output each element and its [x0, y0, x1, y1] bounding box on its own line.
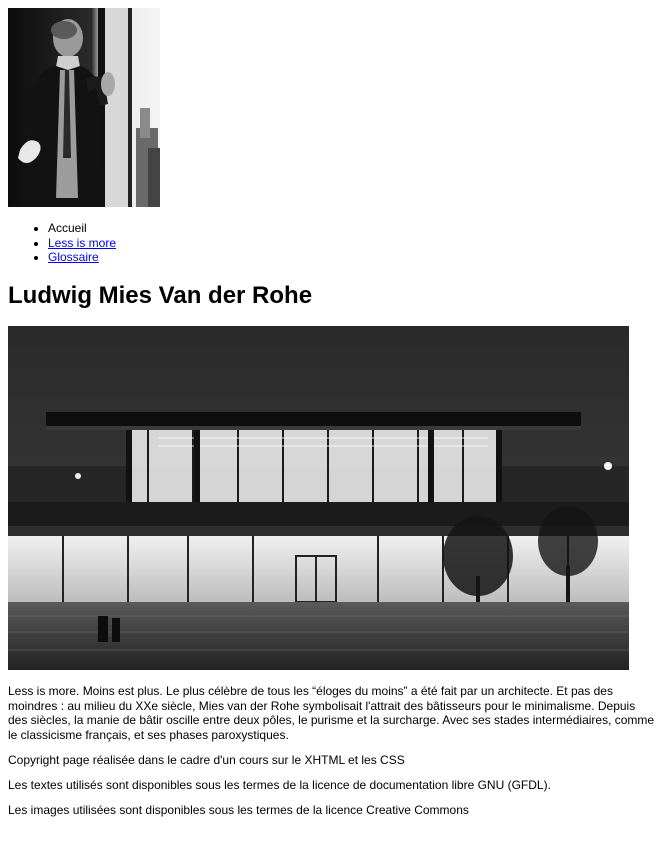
content: Less is more. Moins est plus. Le plus cé…: [8, 684, 656, 827]
intro-paragraph: Less is more. Moins est plus. Le plus cé…: [8, 684, 655, 742]
nav-item-label: Accueil: [48, 221, 87, 235]
nav-item-less-is-more[interactable]: Less is more: [48, 236, 648, 251]
nav-link-glossaire[interactable]: Glossaire: [48, 250, 99, 264]
nav-item-accueil[interactable]: Accueil: [48, 221, 648, 236]
nav-item-glossaire[interactable]: Glossaire: [48, 250, 648, 265]
page-title: Ludwig Mies Van der Rohe: [8, 282, 313, 309]
gfdl-license-text: Les textes utilisés sont disponibles sou…: [8, 777, 551, 792]
nav-link-less-is-more[interactable]: Less is more: [48, 236, 116, 250]
main-nav: Accueil Less is more Glossaire: [8, 221, 648, 265]
copyright-text: Copyright page réalisée dans le cadre d'…: [8, 753, 405, 768]
building-photo: [8, 326, 629, 670]
cc-license-text: Les images utilisées sont disponibles so…: [8, 802, 469, 817]
portrait-photo: [8, 8, 160, 207]
